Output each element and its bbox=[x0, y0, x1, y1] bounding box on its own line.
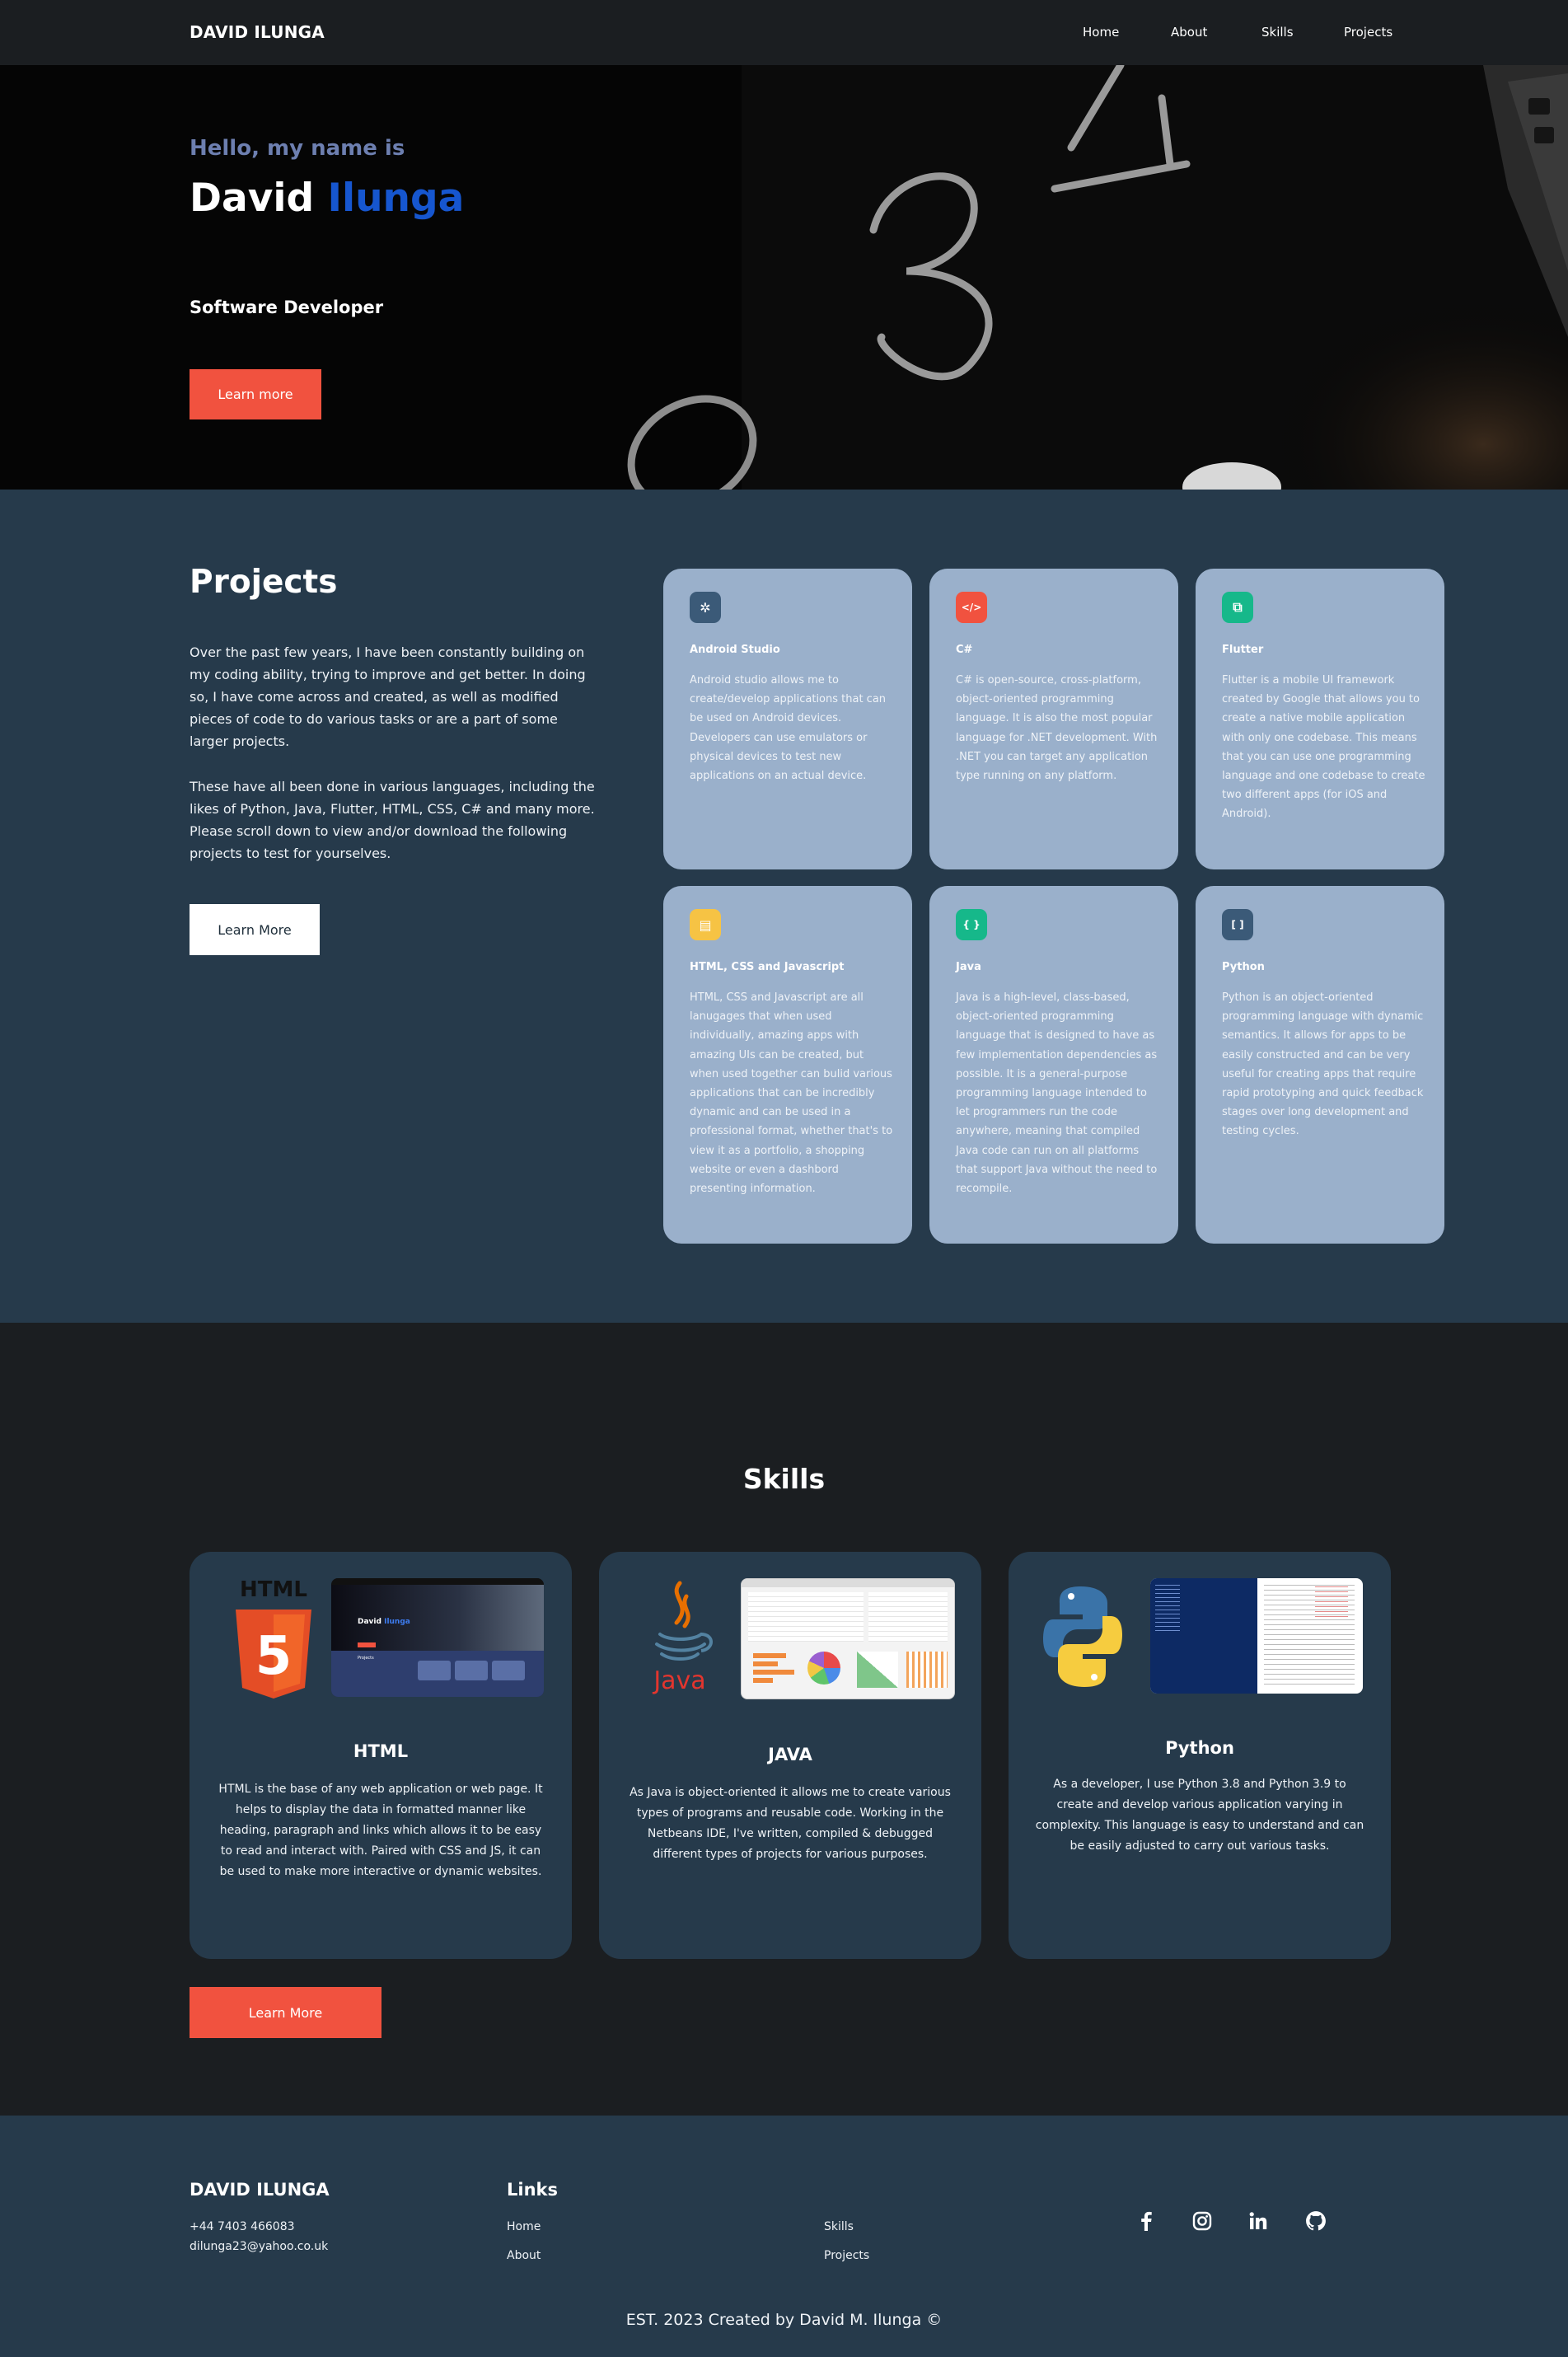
projects-intro-paragraph: Over the past few years, I have been con… bbox=[190, 644, 586, 749]
hero-first-name: David bbox=[190, 176, 315, 221]
screenshot-last-name: Ilunga bbox=[384, 1618, 410, 1626]
project-card-flutter[interactable]: ⧉ Flutter Flutter is a mobile UI framewo… bbox=[1196, 569, 1444, 869]
footer-brand: DAVID ILUNGA bbox=[190, 2180, 330, 2200]
footer-link-skills[interactable]: Skills bbox=[824, 2220, 854, 2233]
python-project-screenshot bbox=[1150, 1578, 1363, 1694]
java-logo: Java bbox=[652, 1581, 713, 1695]
html-icon: ▤ bbox=[690, 909, 721, 940]
project-card-title: Java bbox=[956, 961, 981, 973]
project-card-text: HTML, CSS and Javascript are all lanugag… bbox=[690, 991, 893, 1196]
brand-logo[interactable]: DAVID ILUNGA bbox=[190, 22, 325, 42]
project-card-csharp[interactable]: </> C# C# is open-source, cross-platform… bbox=[929, 569, 1178, 869]
project-card-title: Python bbox=[1222, 961, 1265, 973]
footer-copyright: EST. 2023 Created by David M. Ilunga © bbox=[625, 2311, 943, 2329]
html-project-screenshot: David Ilunga Projects bbox=[331, 1578, 544, 1697]
footer-link-projects[interactable]: Projects bbox=[824, 2249, 869, 2262]
nav-link-home[interactable]: Home bbox=[1083, 25, 1119, 40]
html5-logo: HTML 5 bbox=[236, 1577, 311, 1699]
project-card-title: Android Studio bbox=[690, 644, 780, 656]
project-card-title: Flutter bbox=[1222, 644, 1264, 656]
footer: DAVID ILUNGA +44 7403 466083 dilunga23@y… bbox=[0, 2116, 1568, 2357]
hero-role: Software Developer bbox=[190, 298, 384, 317]
project-card-text: Python is an object-oriented programming… bbox=[1222, 991, 1424, 1138]
python-logo bbox=[1043, 1586, 1122, 1687]
nav-link-skills[interactable]: Skills bbox=[1261, 25, 1294, 40]
screenshot-first-name: David bbox=[358, 1618, 381, 1626]
project-card-text: Flutter is a mobile UI framework created… bbox=[1222, 674, 1425, 821]
project-card-title: C# bbox=[956, 644, 973, 656]
hero-section: Hello, my name is David Ilunga Software … bbox=[0, 65, 1568, 490]
bug-icon: ✲ bbox=[690, 592, 721, 623]
linkedin-icon[interactable] bbox=[1246, 2209, 1271, 2233]
skill-text-java: As Java is object-oriented it allows me … bbox=[630, 1786, 951, 1861]
hero-greeting: Hello, my name is bbox=[190, 136, 405, 161]
java-project-screenshot bbox=[741, 1578, 955, 1699]
hero-last-name: Ilunga bbox=[327, 176, 465, 221]
project-card-title: HTML, CSS and Javascript bbox=[690, 961, 845, 973]
footer-links-title: Links bbox=[507, 2180, 558, 2200]
hero-name: David Ilunga bbox=[190, 176, 464, 221]
svg-text:5: 5 bbox=[255, 1626, 293, 1687]
hero-learn-more-button[interactable]: Learn more bbox=[190, 369, 321, 419]
hero-background-image bbox=[0, 65, 1568, 490]
skill-text-html: HTML is the base of any web application … bbox=[218, 1783, 543, 1878]
project-card-text: Java is a high-level, class-based, objec… bbox=[956, 991, 1158, 1196]
projects-title: Projects bbox=[190, 564, 338, 601]
skill-name-java: JAVA bbox=[768, 1745, 812, 1764]
github-icon[interactable] bbox=[1304, 2209, 1328, 2233]
facebook-icon[interactable] bbox=[1135, 2209, 1159, 2233]
copy-icon: ⧉ bbox=[1222, 592, 1253, 623]
skill-text-python: As a developer, I use Python 3.8 and Pyt… bbox=[1035, 1778, 1364, 1853]
skill-name-html: HTML bbox=[353, 1741, 409, 1761]
instagram-icon[interactable] bbox=[1190, 2209, 1215, 2233]
braces-icon: { } bbox=[956, 909, 987, 940]
projects-languages-paragraph: These have all been done in various lang… bbox=[190, 779, 595, 861]
project-card-java[interactable]: { } Java Java is a high-level, class-bas… bbox=[929, 886, 1178, 1244]
skill-card-python: Python As a developer, I use Python 3.8 … bbox=[1009, 1552, 1391, 1959]
project-card-python[interactable]: [ ] Python Python is an object-oriented … bbox=[1196, 886, 1444, 1244]
top-nav: DAVID ILUNGA Home About Skills Projects bbox=[0, 0, 1568, 65]
svg-text:HTML: HTML bbox=[240, 1577, 307, 1602]
skills-section: Skills HTML 5 David Ilunga Projects HTML… bbox=[0, 1323, 1568, 2116]
projects-section: Projects Over the past few years, I have… bbox=[0, 490, 1568, 1323]
projects-learn-more-button[interactable]: Learn More bbox=[190, 904, 320, 955]
skill-name-python: Python bbox=[1165, 1738, 1234, 1758]
footer-phone: +44 7403 466083 bbox=[190, 2220, 295, 2233]
project-card-android-studio[interactable]: ✲ Android Studio Android studio allows m… bbox=[663, 569, 912, 869]
skill-card-java: Java JAVA As Java is object-oriented it … bbox=[599, 1552, 981, 1959]
project-card-text: C# is open-source, cross-platform, objec… bbox=[956, 674, 1158, 783]
skills-title: Skills bbox=[742, 1463, 826, 1495]
code-icon: </> bbox=[956, 592, 987, 623]
footer-link-home[interactable]: Home bbox=[507, 2220, 541, 2233]
footer-link-about[interactable]: About bbox=[507, 2249, 541, 2262]
project-card-text: Android studio allows me to create/devel… bbox=[690, 674, 887, 783]
svg-text:Java: Java bbox=[652, 1666, 705, 1695]
skill-card-html: HTML 5 David Ilunga Projects HTML HTML i… bbox=[190, 1552, 572, 1959]
project-card-html-css-js[interactable]: ▤ HTML, CSS and Javascript HTML, CSS and… bbox=[663, 886, 912, 1244]
brackets-icon: [ ] bbox=[1222, 909, 1253, 940]
nav-link-projects[interactable]: Projects bbox=[1344, 25, 1392, 40]
nav-link-about[interactable]: About bbox=[1171, 25, 1207, 40]
screenshot-section-title: Projects bbox=[358, 1656, 374, 1661]
footer-email[interactable]: dilunga23@yahoo.co.uk bbox=[190, 2240, 328, 2253]
skills-learn-more-button[interactable]: Learn More bbox=[190, 1987, 381, 2038]
